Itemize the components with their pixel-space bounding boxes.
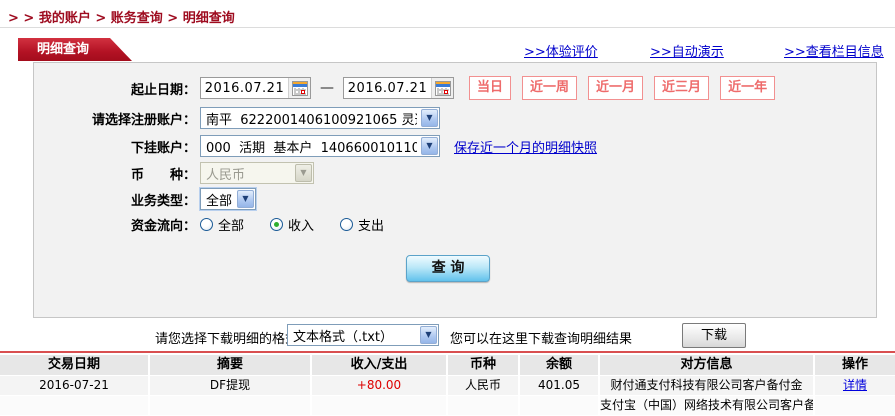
cell-counterparty: 支付宝（中国）网络技术有限公司客户备付金 [600, 396, 815, 415]
cell-action [815, 396, 895, 415]
quick-range-today-button[interactable]: 当日 [469, 76, 512, 100]
query-button[interactable]: 查 询 [406, 255, 490, 282]
register-account-label: 请选择注册账户： [91, 112, 196, 128]
dropdown-arrow-icon[interactable]: ▼ [237, 190, 254, 208]
radio-flow-income-label: 收入 [288, 219, 315, 234]
download-row: 请您选择下载明细的格式 文本格式（.txt） ▼ 您可以在这里下载查询明细结果 … [0, 323, 895, 349]
tab-detail-query[interactable]: 明细查询 [18, 38, 132, 61]
date-range-separator: — [320, 80, 334, 96]
radio-icon [270, 218, 284, 231]
col-header-date: 交易日期 [0, 355, 150, 375]
fund-flow-row: 资金流向： 全部 收入 支出 [34, 215, 876, 234]
currency-select: 人民币 ▼ [200, 162, 314, 184]
date-from-value: 2016.07.21 [204, 80, 285, 96]
quick-range-year-button[interactable]: 近一年 [720, 76, 776, 100]
quick-range-3months-button[interactable]: 近三月 [654, 76, 710, 100]
results-table: 交易日期 摘要 收入/支出 币种 余额 对方信息 操作 2016-07-21 D… [0, 355, 895, 416]
radio-icon [340, 218, 354, 231]
calendar-icon [434, 80, 451, 96]
cell-date [0, 396, 150, 415]
cell-balance [520, 396, 600, 415]
cell-counterparty: 财付通支付科技有限公司客户备付金 [600, 376, 815, 395]
date-from-input[interactable]: 2016.07.21 [200, 77, 311, 99]
dropdown-arrow-icon[interactable]: ▼ [421, 109, 438, 127]
link-auto-demo[interactable]: >>自动演示 [650, 41, 724, 60]
sub-account-select[interactable]: 000 活期 基本户 1406600101102571848 ▼ [200, 135, 440, 157]
dropdown-arrow-icon: ▼ [295, 164, 312, 182]
business-type-value: 全部 [206, 193, 233, 209]
cell-date: 2016-07-21 [0, 376, 150, 395]
cell-amount: +80.00 [312, 376, 448, 395]
divider [0, 27, 895, 28]
calendar-picker-button[interactable] [431, 78, 453, 98]
cell-amount [312, 396, 448, 415]
fund-flow-label: 资金流向： [130, 219, 196, 234]
download-format-value: 文本格式（.txt） [293, 329, 394, 345]
col-header-currency: 币种 [448, 355, 520, 375]
breadcrumb: > > 我的账户 > 账务查询 > 明细查询 [8, 11, 235, 26]
radio-icon [200, 218, 213, 231]
date-range-label: 起止日期： [130, 82, 196, 98]
link-view-column-info[interactable]: >>查看栏目信息 [784, 41, 884, 60]
business-type-select[interactable]: 全部 ▼ [199, 187, 257, 211]
sub-account-value: 000 活期 基本户 1406600101102571848 [206, 140, 417, 156]
save-snapshot-link[interactable]: 保存近一个月的明细快照 [454, 137, 597, 156]
cell-balance: 401.05 [520, 376, 600, 395]
col-header-amount: 收入/支出 [312, 355, 448, 375]
link-experience-review[interactable]: >>体验评价 [524, 41, 598, 60]
radio-flow-all[interactable]: 全部 [200, 215, 244, 234]
detail-link[interactable]: 详情 [843, 378, 867, 392]
calendar-icon [291, 80, 308, 96]
date-to-input[interactable]: 2016.07.21 [343, 77, 454, 99]
currency-row: 币 种： 人民币 ▼ [34, 162, 876, 184]
col-header-counterparty: 对方信息 [600, 355, 815, 375]
calendar-picker-button[interactable] [288, 78, 310, 98]
register-account-row: 请选择注册账户： 南平 6222001406100921065 灵通卡 ▼ [34, 107, 876, 129]
date-range-row: 起止日期： 2016.07.21 — 2016.07.21 当日 近一周 近一月… [34, 76, 876, 100]
currency-value: 人民币 [206, 167, 246, 183]
register-account-value: 南平 6222001406100921065 灵通卡 [206, 112, 417, 128]
col-header-balance: 余额 [520, 355, 600, 375]
dropdown-arrow-icon[interactable]: ▼ [421, 137, 438, 155]
sub-account-label: 下挂账户： [130, 140, 196, 156]
sub-account-row: 下挂账户： 000 活期 基本户 1406600101102571848 ▼ 保… [34, 135, 876, 157]
radio-flow-expense[interactable]: 支出 [340, 215, 384, 234]
cell-summary [150, 396, 312, 415]
radio-flow-expense-label: 支出 [358, 219, 385, 234]
download-format-label: 请您选择下载明细的格式 [155, 332, 299, 347]
table-header-row: 交易日期 摘要 收入/支出 币种 余额 对方信息 操作 [0, 355, 895, 376]
download-format-select[interactable]: 文本格式（.txt） ▼ [287, 324, 439, 346]
table-row: 2016-07-21 DF提现 +80.00 人民币 401.05 财付通支付科… [0, 376, 895, 396]
quick-range-month-button[interactable]: 近一月 [588, 76, 644, 100]
quick-range-week-button[interactable]: 近一周 [522, 76, 578, 100]
radio-flow-all-label: 全部 [218, 219, 245, 234]
business-type-label: 业务类型： [130, 193, 196, 209]
cell-currency: 人民币 [448, 376, 520, 395]
business-type-row: 业务类型： 全部 ▼ [34, 187, 876, 211]
table-top-divider [0, 351, 895, 353]
currency-label: 币 种： [130, 167, 196, 183]
date-to-value: 2016.07.21 [347, 80, 428, 96]
download-button[interactable]: 下载 [682, 323, 746, 348]
query-form-panel: 起止日期： 2016.07.21 — 2016.07.21 当日 近一周 近一月… [33, 62, 877, 318]
register-account-select[interactable]: 南平 6222001406100921065 灵通卡 ▼ [200, 107, 440, 129]
table-row: 支付宝（中国）网络技术有限公司客户备付金 [0, 396, 895, 416]
col-header-summary: 摘要 [150, 355, 312, 375]
radio-flow-income[interactable]: 收入 [270, 215, 314, 234]
cell-summary: DF提现 [150, 376, 312, 395]
col-header-action: 操作 [841, 357, 868, 372]
dropdown-arrow-icon[interactable]: ▼ [420, 326, 437, 344]
cell-currency [448, 396, 520, 415]
download-hint-text: 您可以在这里下载查询明细结果 [450, 332, 633, 347]
